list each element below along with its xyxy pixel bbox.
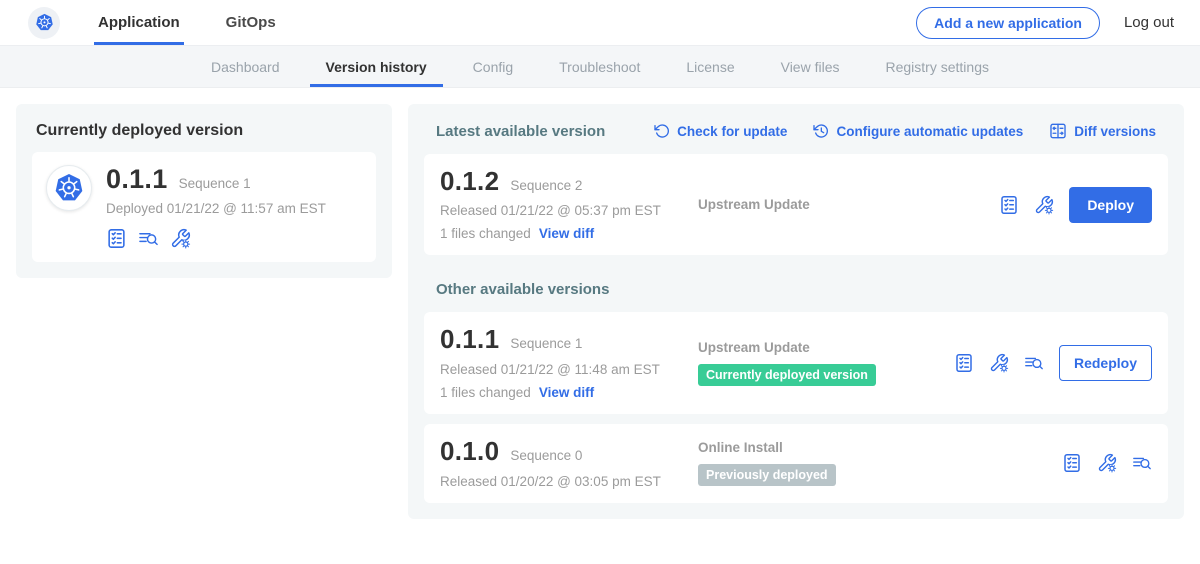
app-logo (28, 7, 60, 39)
deployed-version-details: 0.1.1 Sequence 1 Deployed 01/21/22 @ 11:… (106, 165, 326, 249)
app-logo-wrap (28, 0, 60, 45)
version-number: 0.1.1 (440, 326, 499, 353)
diff-versions-link[interactable]: Diff versions (1049, 122, 1156, 140)
version-source: Online Install Previously deployed (698, 440, 1062, 486)
add-application-button[interactable]: Add a new application (916, 7, 1100, 39)
previously-deployed-badge: Previously deployed (698, 464, 836, 486)
preflight-checks-icon[interactable] (999, 195, 1019, 215)
edit-config-icon[interactable] (989, 353, 1009, 373)
version-row-0-1-1: 0.1.1 Sequence 1 Released 01/21/22 @ 11:… (424, 312, 1168, 413)
files-changed: 1 files changed (440, 226, 531, 241)
version-number: 0.1.2 (440, 168, 499, 195)
tab-application[interactable]: Application (94, 0, 184, 45)
app-icon-badge (46, 165, 92, 211)
other-available-title: Other available versions (436, 281, 1156, 298)
edit-config-icon[interactable] (1097, 453, 1117, 473)
version-number: 0.1.0 (440, 438, 499, 465)
released-timestamp: Released 01/21/22 @ 11:48 am EST (440, 362, 698, 377)
released-timestamp: Released 01/21/22 @ 05:37 pm EST (440, 203, 698, 218)
source-label: Upstream Update (698, 197, 999, 212)
deployed-timestamp: Deployed 01/21/22 @ 11:57 am EST (106, 201, 326, 216)
version-info: 0.1.2 Sequence 2 Released 01/21/22 @ 05:… (440, 168, 698, 241)
currently-deployed-title: Currently deployed version (36, 122, 372, 140)
diff-versions-label: Diff versions (1074, 124, 1156, 139)
subnav-config[interactable]: Config (457, 46, 529, 87)
preflight-checks-icon[interactable] (954, 353, 974, 373)
app-subnav: Dashboard Version history Config Trouble… (0, 46, 1200, 88)
clock-rotate-icon (813, 123, 829, 139)
subnav-license[interactable]: License (670, 46, 750, 87)
main-content: Currently deployed version 0.1.1 Sequenc… (0, 88, 1200, 535)
subnav-version-history-label: Version history (326, 59, 427, 75)
configure-automatic-updates-label: Configure automatic updates (836, 124, 1023, 139)
configure-automatic-updates-link[interactable]: Configure automatic updates (813, 122, 1023, 140)
version-row-0-1-0: 0.1.0 Sequence 0 Released 01/20/22 @ 03:… (424, 424, 1168, 503)
panel-actions: Check for update Configure automatic upd… (654, 122, 1156, 140)
files-changed: 1 files changed (440, 385, 531, 400)
subnav-troubleshoot-label: Troubleshoot (559, 59, 640, 75)
version-sequence: Sequence 1 (510, 336, 582, 351)
source-label: Upstream Update (698, 340, 954, 355)
row-actions: Redeploy (954, 345, 1152, 381)
panel-header: Latest available version Check for updat… (436, 122, 1156, 140)
view-diff-link[interactable]: View diff (539, 226, 594, 241)
deployed-version-tile: 0.1.1 Sequence 1 Deployed 01/21/22 @ 11:… (32, 152, 376, 262)
logout-link[interactable]: Log out (1124, 14, 1174, 31)
version-sequence: Sequence 0 (510, 448, 582, 463)
edit-config-icon[interactable] (1034, 195, 1054, 215)
tab-gitops[interactable]: GitOps (222, 0, 280, 45)
released-timestamp: Released 01/20/22 @ 03:05 pm EST (440, 474, 698, 489)
row-actions: Deploy (999, 187, 1152, 223)
release-notes-icon[interactable] (1024, 353, 1044, 373)
version-info: 0.1.0 Sequence 0 Released 01/20/22 @ 03:… (440, 438, 698, 489)
header-right: Add a new application Log out (916, 0, 1200, 45)
subnav-registry-settings[interactable]: Registry settings (870, 46, 1005, 87)
latest-available-title: Latest available version (436, 123, 605, 140)
kubernetes-logo-icon (34, 12, 55, 33)
redeploy-button[interactable]: Redeploy (1059, 345, 1152, 381)
subnav-registry-settings-label: Registry settings (886, 59, 989, 75)
source-label: Online Install (698, 440, 1062, 455)
subnav-view-files-label: View files (781, 59, 840, 75)
version-history-panel: Latest available version Check for updat… (408, 104, 1184, 519)
tab-application-label: Application (98, 14, 180, 31)
check-for-update-label: Check for update (677, 124, 787, 139)
view-diff-link[interactable]: View diff (539, 385, 594, 400)
subnav-license-label: License (686, 59, 734, 75)
tab-gitops-label: GitOps (226, 14, 276, 31)
release-notes-icon[interactable] (138, 228, 159, 249)
refresh-icon (654, 123, 670, 139)
subnav-version-history[interactable]: Version history (310, 46, 443, 87)
subnav-dashboard[interactable]: Dashboard (195, 46, 296, 87)
version-row-0-1-2: 0.1.2 Sequence 2 Released 01/21/22 @ 05:… (424, 154, 1168, 255)
app-header: Application GitOps Add a new application… (0, 0, 1200, 46)
version-source: Upstream Update (698, 197, 999, 212)
diff-icon (1049, 122, 1067, 140)
subnav-config-label: Config (473, 59, 513, 75)
version-info: 0.1.1 Sequence 1 Released 01/21/22 @ 11:… (440, 326, 698, 399)
row-actions (1062, 453, 1152, 473)
currently-deployed-card: Currently deployed version 0.1.1 Sequenc… (16, 104, 392, 278)
version-sequence: Sequence 2 (510, 178, 582, 193)
deployed-sequence: Sequence 1 (179, 176, 251, 191)
edit-config-icon[interactable] (170, 228, 191, 249)
deploy-button[interactable]: Deploy (1069, 187, 1152, 223)
check-for-update-link[interactable]: Check for update (654, 122, 787, 140)
subnav-troubleshoot[interactable]: Troubleshoot (543, 46, 656, 87)
kubernetes-logo-icon (52, 171, 86, 205)
version-source: Upstream Update Currently deployed versi… (698, 340, 954, 386)
preflight-checks-icon[interactable] (106, 228, 127, 249)
deployed-version-number: 0.1.1 (106, 165, 168, 193)
currently-deployed-badge: Currently deployed version (698, 364, 876, 386)
subnav-dashboard-label: Dashboard (211, 59, 280, 75)
release-notes-icon[interactable] (1132, 453, 1152, 473)
subnav-view-files[interactable]: View files (765, 46, 856, 87)
preflight-checks-icon[interactable] (1062, 453, 1082, 473)
